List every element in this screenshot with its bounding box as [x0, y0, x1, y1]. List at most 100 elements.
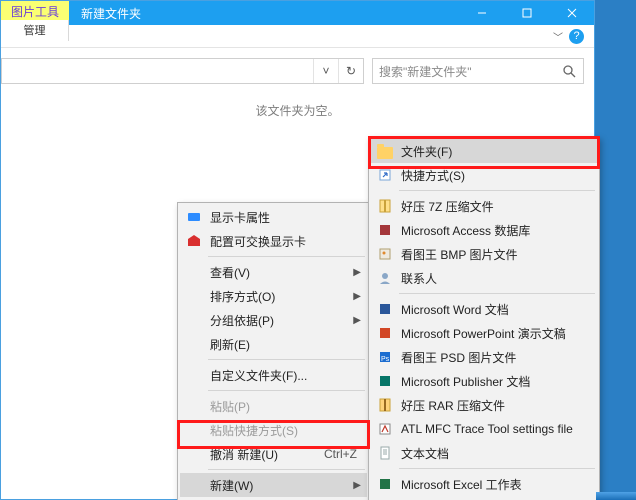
menu-label: 好压 7Z 压缩文件 [401, 198, 494, 215]
menu-label: 看图王 BMP 图片文件 [401, 246, 517, 263]
menu-label: ATL MFC Trace Tool settings file [401, 422, 573, 436]
new-menu-item[interactable]: 看图王 BMP 图片文件 [371, 242, 597, 266]
menu-label: 配置可交换显示卡 [210, 233, 306, 250]
help-icon[interactable]: ? [569, 29, 584, 44]
minimize-button[interactable] [459, 1, 504, 25]
menu-label: 分组依据(P) [210, 312, 274, 329]
new-menu-item[interactable]: ATL MFC Trace Tool settings file [371, 417, 597, 441]
menu-label: 快捷方式(S) [401, 167, 465, 184]
chevron-right-icon: ▶ [353, 291, 361, 302]
menu-label: 显示卡属性 [210, 209, 270, 226]
menu-item-new[interactable]: 新建(W) ▶ [180, 473, 367, 497]
keyboard-shortcut: Ctrl+Z [324, 447, 357, 461]
search-box[interactable]: 搜索"新建文件夹" [372, 58, 584, 84]
new-menu-item[interactable]: Microsoft Excel 工作表 [371, 472, 597, 496]
chevron-down-icon[interactable]: ﹀ [553, 29, 563, 44]
menu-item-paste-shortcut: 粘贴快捷方式(S) [180, 418, 367, 442]
menu-label: 粘贴快捷方式(S) [210, 422, 298, 439]
new-menu-item[interactable]: Microsoft PowerPoint 演示文稿 [371, 321, 597, 345]
new-menu-item[interactable]: 文件夹(F) [371, 139, 597, 163]
new-menu-item[interactable]: 快捷方式(S) [371, 163, 597, 187]
menu-item-sort[interactable]: 排序方式(O) ▶ [180, 284, 367, 308]
address-dropdown-icon[interactable]: ˅ [313, 59, 338, 83]
menu-label: 好压 RAR 压缩文件 [401, 397, 505, 414]
xls-icon [377, 476, 393, 492]
ribbon-context-tab[interactable]: 图片工具 [1, 1, 69, 20]
titlebar: 图片工具 管理 新建文件夹 [1, 1, 594, 25]
new-menu-item[interactable]: 文本文档 [371, 441, 597, 465]
contact-icon [377, 270, 393, 286]
atl-icon [377, 421, 393, 437]
menu-item-view[interactable]: 查看(V) ▶ [180, 260, 367, 284]
chevron-right-icon: ▶ [353, 480, 361, 491]
chevron-right-icon: ▶ [353, 315, 361, 326]
menu-item-configure-gfx[interactable]: 配置可交换显示卡 [180, 229, 367, 253]
menu-label: 文本文档 [401, 445, 449, 462]
address-bar[interactable]: ˅ ↻ [1, 58, 364, 84]
ribbon-collapse-row: ﹀ ? [1, 25, 594, 48]
menu-separator [208, 256, 365, 257]
new-menu-item[interactable]: Ps 看图王 PSD 图片文件 [371, 345, 597, 369]
menu-label: 撤消 新建(U) [210, 446, 278, 463]
menu-separator [399, 468, 595, 469]
new-menu-item[interactable]: Microsoft Word 文档 [371, 297, 597, 321]
bmp-icon [377, 246, 393, 262]
shortcut-icon [377, 167, 393, 183]
search-icon[interactable] [555, 65, 583, 78]
menu-separator [399, 293, 595, 294]
menu-label: 自定义文件夹(F)... [210, 367, 307, 384]
menu-label: Microsoft Word 文档 [401, 301, 509, 318]
menu-item-customize-folder[interactable]: 自定义文件夹(F)... [180, 363, 367, 387]
rar-icon [377, 397, 393, 413]
search-placeholder: 搜索"新建文件夹" [373, 63, 555, 80]
menu-label: Microsoft Access 数据库 [401, 222, 530, 239]
menu-label: 文件夹(F) [401, 143, 452, 160]
menu-label: Microsoft Excel 工作表 [401, 476, 522, 493]
menu-label: 查看(V) [210, 264, 250, 281]
pub-icon [377, 373, 393, 389]
new-menu-item[interactable]: Microsoft Publisher 文档 [371, 369, 597, 393]
chevron-right-icon: ▶ [353, 267, 361, 278]
menu-separator [208, 469, 365, 470]
menu-label: Microsoft Publisher 文档 [401, 373, 530, 390]
menu-label: 粘贴(P) [210, 398, 250, 415]
window-title: 新建文件夹 [69, 1, 153, 25]
psd-icon: Ps [377, 349, 393, 365]
svg-text:Ps: Ps [381, 356, 390, 363]
taskbar [596, 492, 636, 500]
menu-item-undo-new[interactable]: 撤消 新建(U) Ctrl+Z [180, 442, 367, 466]
menu-label: 新建(W) [210, 477, 253, 494]
menu-separator [208, 390, 365, 391]
menu-item-display-props[interactable]: 显示卡属性 [180, 205, 367, 229]
folder-icon [377, 143, 393, 159]
amd-icon [186, 233, 202, 249]
new-menu-item[interactable]: 好压 ZIP 压缩文件 [371, 496, 597, 500]
ribbon-tab-manage[interactable]: 管理 [1, 20, 69, 41]
close-button[interactable] [549, 1, 594, 25]
empty-folder-message: 该文件夹为空。 [1, 102, 594, 119]
menu-item-group[interactable]: 分组依据(P) ▶ [180, 308, 367, 332]
context-menu: 显示卡属性 配置可交换显示卡 查看(V)▶ 排序方式(O)▶ 分组依据(P)▶ … [177, 202, 370, 500]
maximize-button[interactable] [504, 1, 549, 25]
new-menu-item[interactable]: Microsoft Access 数据库 [371, 218, 597, 242]
ppt-icon [377, 325, 393, 341]
menu-label: 刷新(E) [210, 336, 250, 353]
new-submenu: 文件夹(F) 快捷方式(S) 好压 7Z 压缩文件 Microsoft Access … [368, 136, 600, 500]
menu-label: 排序方式(O) [210, 288, 275, 305]
access-icon [377, 222, 393, 238]
menu-label: Microsoft PowerPoint 演示文稿 [401, 325, 566, 342]
7z-icon [377, 198, 393, 214]
new-menu-item[interactable]: 好压 7Z 压缩文件 [371, 194, 597, 218]
word-icon [377, 301, 393, 317]
new-menu-item[interactable]: 好压 RAR 压缩文件 [371, 393, 597, 417]
menu-label: 联系人 [401, 270, 437, 287]
menu-item-paste: 粘贴(P) [180, 394, 367, 418]
menu-separator [399, 190, 595, 191]
display-card-icon [186, 209, 202, 225]
menu-separator [208, 359, 365, 360]
new-menu-item[interactable]: 联系人 [371, 266, 597, 290]
refresh-icon[interactable]: ↻ [338, 59, 363, 83]
txt-icon [377, 445, 393, 461]
menu-label: 看图王 PSD 图片文件 [401, 349, 516, 366]
menu-item-refresh[interactable]: 刷新(E) [180, 332, 367, 356]
